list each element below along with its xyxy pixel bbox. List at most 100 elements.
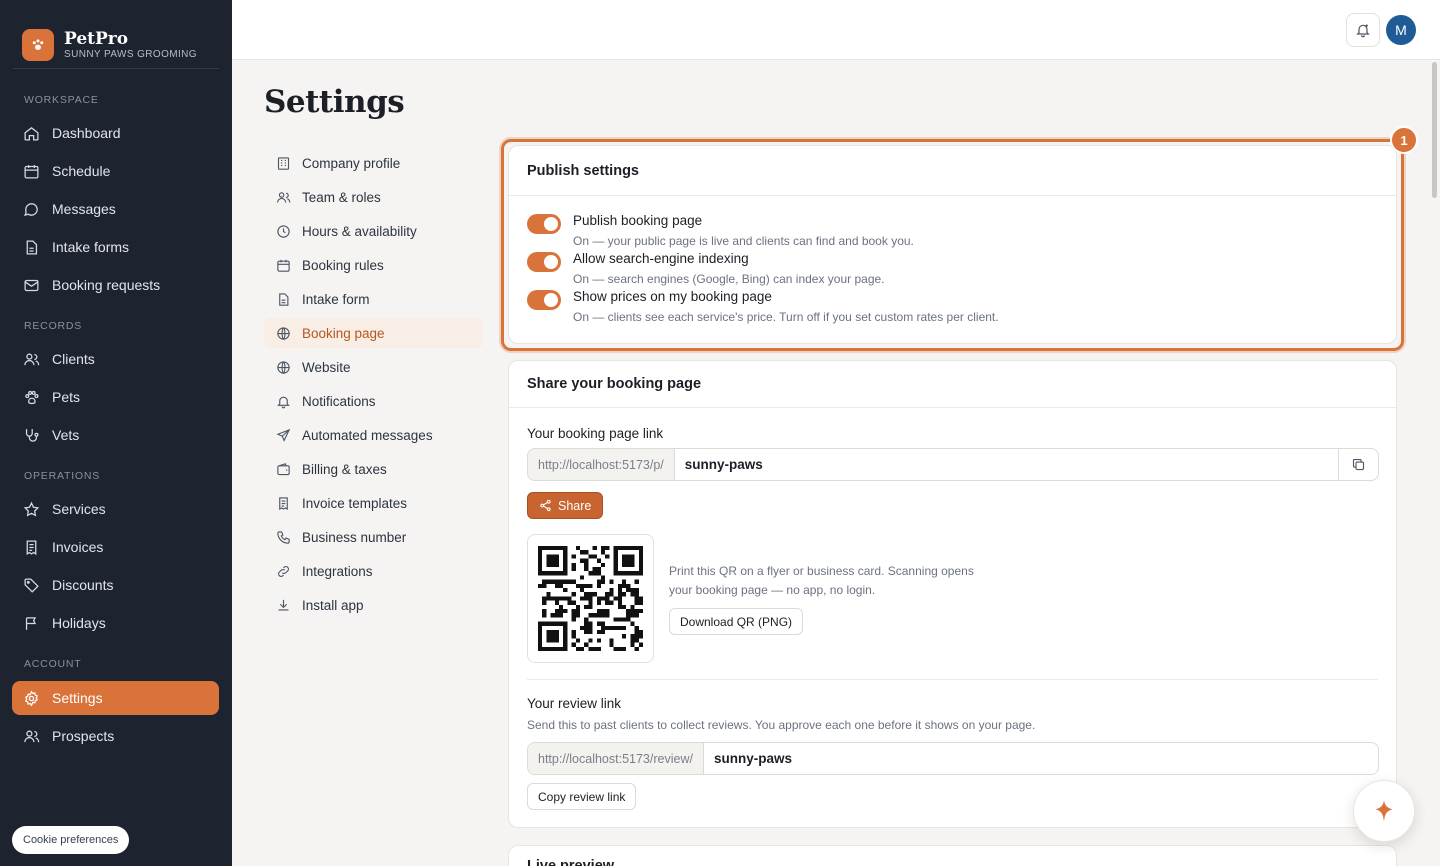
settings-nav-label: Business number [302, 529, 407, 545]
settings-nav-intake-form[interactable]: Intake form [264, 284, 483, 314]
settings-nav-booking-rules[interactable]: Booking rules [264, 250, 483, 280]
sidebar-item-label: Discounts [52, 577, 114, 593]
search-indexing-toggle[interactable] [527, 252, 561, 272]
section-workspace: WORKSPACE [24, 94, 99, 106]
settings-nav-automated-messages[interactable]: Automated messages [264, 420, 483, 450]
sidebar-item-label: Vets [52, 427, 80, 443]
review-link-input[interactable]: sunny-paws [704, 743, 1378, 774]
settings-nav-label: Notifications [302, 393, 376, 409]
section-account: ACCOUNT [24, 658, 82, 670]
notifications-button[interactable] [1346, 13, 1380, 47]
review-link-help: Send this to past clients to collect rev… [527, 718, 1036, 732]
share-button-label: Share [558, 498, 592, 513]
brand[interactable]: PetPro SUNNY PAWS GROOMING [0, 0, 232, 68]
publish-booking-page-toggle[interactable] [527, 214, 561, 234]
clock-icon [277, 224, 290, 238]
toggle-label: Publish booking page [573, 213, 703, 228]
show-prices-toggle[interactable] [527, 290, 561, 310]
sidebar-item-booking-requests[interactable]: Booking requests [12, 268, 219, 302]
page-title: Settings [264, 84, 405, 120]
sidebar-item-label: Booking requests [52, 277, 161, 293]
avatar[interactable]: M [1386, 15, 1416, 45]
sidebar-item-prospects[interactable]: Prospects [12, 719, 219, 753]
assistant-button[interactable] [1353, 780, 1415, 842]
settings-nav-label: Invoice templates [302, 495, 408, 511]
sidebar-item-pets[interactable]: Pets [12, 380, 219, 414]
settings-nav-label: Integrations [302, 563, 373, 579]
sparkle-icon [1375, 800, 1393, 822]
paw-logo-icon [22, 29, 54, 61]
publish-settings-title: Publish settings [509, 146, 1396, 196]
bell-icon [1356, 24, 1370, 38]
sidebar-item-messages[interactable]: Messages [12, 192, 219, 226]
share-icon [540, 499, 551, 512]
sidebar-item-holidays[interactable]: Holidays [12, 606, 219, 640]
tag-icon [24, 577, 39, 593]
step-badge: 1 [1390, 126, 1418, 154]
settings-nav-team-roles[interactable]: Team & roles [264, 182, 483, 212]
sidebar-item-label: Services [52, 501, 106, 517]
settings-nav-billing[interactable]: Billing & taxes [264, 454, 483, 484]
qr-code-icon [538, 546, 643, 651]
review-link-field: http://localhost:5173/review/ sunny-paws [527, 742, 1379, 775]
qr-code-box [527, 534, 654, 663]
booking-link-field: http://localhost:5173/p/ sunny-paws [527, 448, 1379, 481]
settings-nav-company-profile[interactable]: Company profile [264, 148, 483, 178]
sidebar-item-services[interactable]: Services [12, 492, 219, 526]
brand-name: PetPro [64, 28, 129, 49]
settings-nav-business-number[interactable]: Business number [264, 522, 483, 552]
wallet-icon [277, 462, 290, 475]
settings-nav-hours[interactable]: Hours & availability [264, 216, 483, 246]
booking-link-input[interactable]: sunny-paws [675, 449, 1338, 480]
toggle-label: Show prices on my booking page [573, 289, 772, 304]
sidebar-item-dashboard[interactable]: Dashboard [12, 116, 219, 150]
flag-icon [25, 616, 37, 630]
review-link-label: Your review link [527, 696, 622, 711]
settings-nav-label: Booking rules [302, 257, 384, 273]
review-link-prefix: http://localhost:5173/review/ [528, 743, 704, 774]
calendar-icon [24, 164, 39, 179]
chat-icon [24, 202, 38, 216]
copy-link-button[interactable] [1338, 449, 1378, 480]
settings-nav-label: Billing & taxes [302, 461, 387, 477]
toggle-label: Allow search-engine indexing [573, 251, 749, 266]
brand-divider [13, 68, 219, 69]
link-icon [278, 565, 289, 577]
sidebar-item-vets[interactable]: Vets [12, 418, 219, 452]
settings-nav-invoice-templates[interactable]: Invoice templates [264, 488, 483, 518]
qr-instructions: Print this QR on a flyer or business car… [669, 564, 974, 597]
settings-nav-booking-page[interactable]: Booking page [264, 318, 483, 348]
toggle-row-indexing: Allow search-engine indexing On — search… [527, 250, 885, 287]
scrollbar-thumb[interactable] [1432, 62, 1437, 198]
settings-nav-notifications[interactable]: Notifications [264, 386, 483, 416]
settings-nav-label: Company profile [302, 155, 401, 171]
live-preview-card: Live preview [508, 845, 1397, 866]
gear-icon [24, 690, 39, 706]
receipt-icon [279, 496, 288, 510]
share-button[interactable]: Share [527, 492, 604, 519]
sidebar-item-discounts[interactable]: Discounts [12, 568, 219, 602]
copy-review-link-button[interactable]: Copy review link [527, 783, 637, 810]
star-icon [23, 501, 40, 517]
toggle-row-publish: Publish booking page On — your public pa… [527, 212, 914, 249]
sidebar-item-settings[interactable]: Settings [12, 681, 219, 715]
settings-nav-integrations[interactable]: Integrations [264, 556, 483, 586]
sidebar-item-label: Settings [52, 690, 103, 706]
settings-nav-label: Booking page [302, 325, 385, 341]
sidebar-item-label: Clients [52, 351, 95, 367]
cookie-preferences-button[interactable]: Cookie preferences [12, 826, 130, 854]
settings-nav-install-app[interactable]: Install app [264, 590, 483, 620]
download-icon [278, 599, 289, 610]
live-preview-title: Live preview [527, 858, 615, 866]
receipt-icon [26, 539, 37, 555]
download-qr-button[interactable]: Download QR (PNG) [669, 608, 804, 635]
settings-nav-website[interactable]: Website [264, 352, 483, 382]
sidebar-item-invoices[interactable]: Invoices [12, 530, 219, 564]
toggle-description: On — your public page is live and client… [573, 234, 914, 248]
sidebar-item-schedule[interactable]: Schedule [12, 154, 219, 188]
sidebar-item-intake-forms[interactable]: Intake forms [12, 230, 219, 264]
section-divider [527, 679, 1378, 680]
sidebar-item-clients[interactable]: Clients [12, 342, 219, 376]
top-bar: M [232, 0, 1440, 60]
settings-nav-label: Website [302, 359, 351, 375]
